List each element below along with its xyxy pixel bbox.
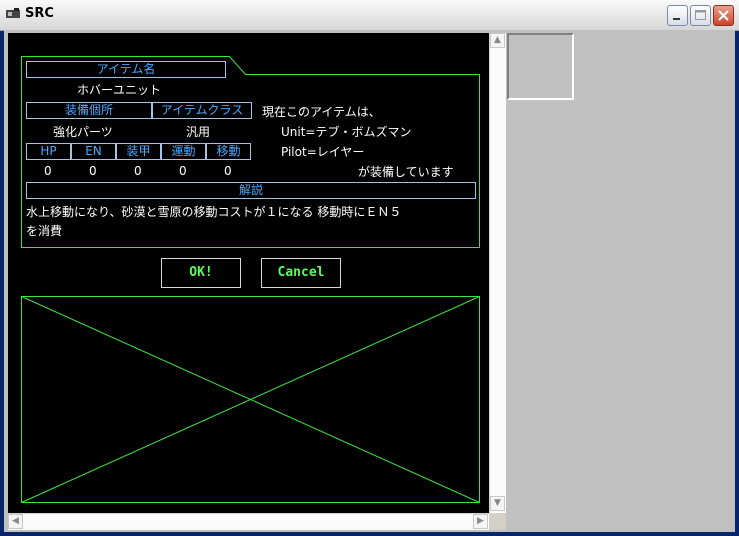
stat-value-mobility: 0	[179, 164, 187, 178]
equipped-unit: Unit=テブ・ボムズマン	[281, 125, 412, 139]
equipped-intro: 現在このアイテムは、	[262, 105, 381, 119]
description-header: 解説	[26, 182, 476, 199]
app-window: SRC アイテム名 ホバーユニット 装備個所 アイテムクラス 強化パーツ 汎用	[0, 0, 739, 536]
class-value: 汎用	[186, 125, 211, 139]
item-name-header: アイテム名	[26, 61, 226, 78]
stat-value-armor: 0	[134, 164, 142, 178]
ok-button[interactable]: OK!	[161, 258, 241, 288]
app-icon	[6, 8, 20, 18]
class-header: アイテムクラス	[152, 102, 252, 119]
horizontal-scrollbar[interactable]: ◀ ▶	[8, 513, 489, 530]
stat-header-hp: HP	[26, 143, 71, 160]
right-arrow-icon: ▶	[477, 516, 484, 526]
item-info-panel: アイテム名 ホバーユニット 装備個所 アイテムクラス 強化パーツ 汎用 HP E…	[8, 33, 489, 513]
maximize-button[interactable]	[690, 5, 711, 26]
client-area: アイテム名 ホバーユニット 装備個所 アイテムクラス 強化パーツ 汎用 HP E…	[4, 30, 735, 532]
scrollbar-corner	[489, 513, 506, 530]
maximize-icon	[695, 10, 706, 20]
close-button[interactable]	[713, 5, 734, 26]
down-arrow-icon: ▼	[494, 498, 501, 508]
slot-header: 装備個所	[26, 102, 152, 119]
stat-header-mobility: 運動	[161, 143, 206, 160]
title-bar[interactable]: SRC	[0, 0, 739, 31]
left-arrow-icon: ◀	[12, 516, 19, 526]
close-icon	[718, 10, 729, 21]
scroll-up-button[interactable]: ▲	[490, 33, 505, 48]
cancel-button[interactable]: Cancel	[261, 258, 341, 288]
equipped-pilot: Pilot=レイヤー	[281, 145, 365, 159]
stat-header-armor: 装甲	[116, 143, 161, 160]
minimize-button[interactable]	[667, 5, 688, 26]
up-arrow-icon: ▲	[494, 35, 501, 45]
stat-value-en: 0	[89, 164, 97, 178]
unit-portrait-frame	[507, 33, 574, 100]
slot-value: 強化パーツ	[53, 125, 113, 139]
window-title: SRC	[25, 6, 54, 21]
stat-value-move: 0	[224, 164, 232, 178]
scroll-left-button[interactable]: ◀	[8, 514, 23, 529]
item-name: ホバーユニット	[77, 83, 162, 97]
minimize-icon	[673, 18, 680, 20]
description-line-2: を消費	[26, 224, 63, 238]
vertical-scrollbar[interactable]: ▲ ▼	[489, 33, 506, 513]
stat-header-en: EN	[71, 143, 116, 160]
equipped-outro: が装備しています	[358, 165, 454, 179]
stat-header-move: 移動	[206, 143, 251, 160]
stat-value-hp: 0	[44, 164, 52, 178]
scroll-down-button[interactable]: ▼	[490, 496, 505, 511]
scroll-right-button[interactable]: ▶	[473, 514, 488, 529]
description-line-1: 水上移動になり、砂漠と雪原の移動コストが１になる 移動時にＥＮ５	[26, 205, 402, 219]
